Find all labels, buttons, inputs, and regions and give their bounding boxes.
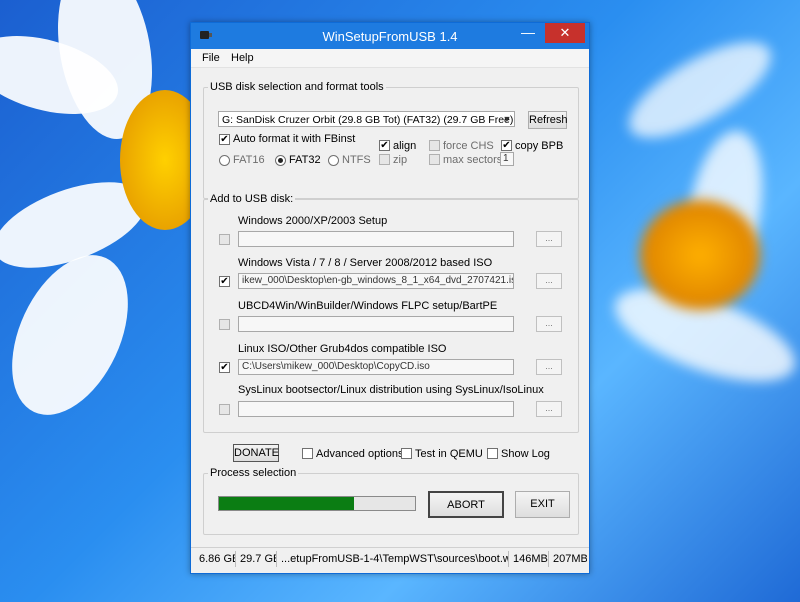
path-linux[interactable]: C:\Users\mikew_000\Desktop\CopyCD.iso <box>238 359 514 375</box>
checkbox-vista[interactable]: ✔ <box>219 276 230 287</box>
path-ubcd[interactable] <box>238 316 514 332</box>
checkbox-ubcd[interactable] <box>219 319 230 330</box>
abort-button[interactable]: ABORT <box>428 491 504 518</box>
browse-button-syslinux[interactable]: ... <box>536 401 562 417</box>
copy-bpb-label: copy BPB <box>515 140 564 152</box>
minimize-button[interactable]: — <box>513 23 543 43</box>
menu-bar: File Help <box>191 49 589 68</box>
process-selection-group: Process selection ABORT EXIT <box>203 467 579 535</box>
advanced-options-label: Advanced options <box>316 448 404 460</box>
browse-button-linux[interactable]: ... <box>536 359 562 375</box>
browse-button-win2000[interactable]: ... <box>536 231 562 247</box>
advanced-options-checkbox[interactable] <box>302 448 313 459</box>
max-sectors-input[interactable]: 1 <box>500 152 514 166</box>
path-vista[interactable]: ikew_000\Desktop\en-gb_windows_8_1_x64_d… <box>238 273 514 289</box>
zip-checkbox[interactable] <box>379 154 390 165</box>
align-label: align <box>393 140 417 152</box>
donate-button[interactable]: DONATE <box>233 444 279 462</box>
progress-fill <box>219 497 355 510</box>
browse-button-vista[interactable]: ... <box>536 273 562 289</box>
checkbox-linux[interactable]: ✔ <box>219 362 230 373</box>
status-cell-free-space: 29.7 GB <box>236 551 277 567</box>
app-window: WinSetupFromUSB 1.4 — ✕ File Help USB di… <box>190 22 590 574</box>
checkbox-win2000[interactable] <box>219 234 230 245</box>
ntfs-label: NTFS <box>342 154 371 166</box>
path-syslinux[interactable] <box>238 401 514 417</box>
add-group-legend: Add to USB disk: <box>208 193 296 205</box>
item-label-linux: Linux ISO/Other Grub4dos compatible ISO <box>238 343 447 355</box>
status-cell-current-file: ...etupFromUSB-1-4\TempWST\sources\boot.… <box>277 551 509 567</box>
exit-button[interactable]: EXIT <box>515 491 570 518</box>
auto-format-label: Auto format it with FBinst <box>233 133 356 145</box>
status-cell-total: 207MB <box>553 553 587 565</box>
item-label-win2000: Windows 2000/XP/2003 Setup <box>238 215 388 227</box>
browse-button-ubcd[interactable]: ... <box>536 316 562 332</box>
force-chs-checkbox[interactable] <box>429 140 440 151</box>
checkbox-syslinux[interactable] <box>219 404 230 415</box>
fat32-label: FAT32 <box>289 154 321 166</box>
close-button[interactable]: ✕ <box>545 23 585 43</box>
status-cell-file-size: 146MB <box>509 551 549 567</box>
max-sectors-checkbox[interactable] <box>429 154 440 165</box>
fat16-radio[interactable] <box>219 155 230 166</box>
status-bar: 6.86 GB 29.7 GB ...etupFromUSB-1-4\TempW… <box>191 547 589 570</box>
status-cell-source-size: 6.86 GB <box>195 551 236 567</box>
test-qemu-checkbox[interactable] <box>401 448 412 459</box>
copy-bpb-checkbox[interactable]: ✔ <box>501 140 512 151</box>
auto-format-checkbox[interactable]: ✔ <box>219 134 230 145</box>
title-bar[interactable]: WinSetupFromUSB 1.4 — ✕ <box>191 23 589 49</box>
usb-group-legend: USB disk selection and format tools <box>208 81 386 93</box>
max-sectors-label: max sectors <box>443 154 503 166</box>
item-label-syslinux: SysLinux bootsector/Linux distribution u… <box>238 384 544 396</box>
usb-disk-select[interactable]: G: SanDisk Cruzer Orbit (29.8 GB Tot) (F… <box>218 111 515 127</box>
align-checkbox[interactable]: ✔ <box>379 140 390 151</box>
add-to-usb-group: Add to USB disk: Windows 2000/XP/2003 Se… <box>203 193 579 433</box>
show-log-label: Show Log <box>501 448 550 460</box>
usb-disk-group: USB disk selection and format tools G: S… <box>203 81 579 199</box>
fat16-label: FAT16 <box>233 154 265 166</box>
menu-file[interactable]: File <box>202 52 220 64</box>
item-label-ubcd: UBCD4Win/WinBuilder/Windows FLPC setup/B… <box>238 300 498 312</box>
path-win2000[interactable] <box>238 231 514 247</box>
zip-label: zip <box>393 154 408 166</box>
menu-help[interactable]: Help <box>231 52 254 64</box>
force-chs-label: force CHS <box>443 140 494 152</box>
refresh-button[interactable]: Refresh <box>528 111 568 129</box>
test-qemu-label: Test in QEMU <box>415 448 483 460</box>
chevron-down-icon: ▼ <box>502 114 512 124</box>
item-label-vista: Windows Vista / 7 / 8 / Server 2008/2012… <box>238 257 493 269</box>
process-group-legend: Process selection <box>208 467 299 479</box>
show-log-checkbox[interactable] <box>487 448 498 459</box>
progress-bar <box>218 496 416 511</box>
ntfs-radio[interactable] <box>328 155 339 166</box>
fat32-radio[interactable] <box>275 155 286 166</box>
